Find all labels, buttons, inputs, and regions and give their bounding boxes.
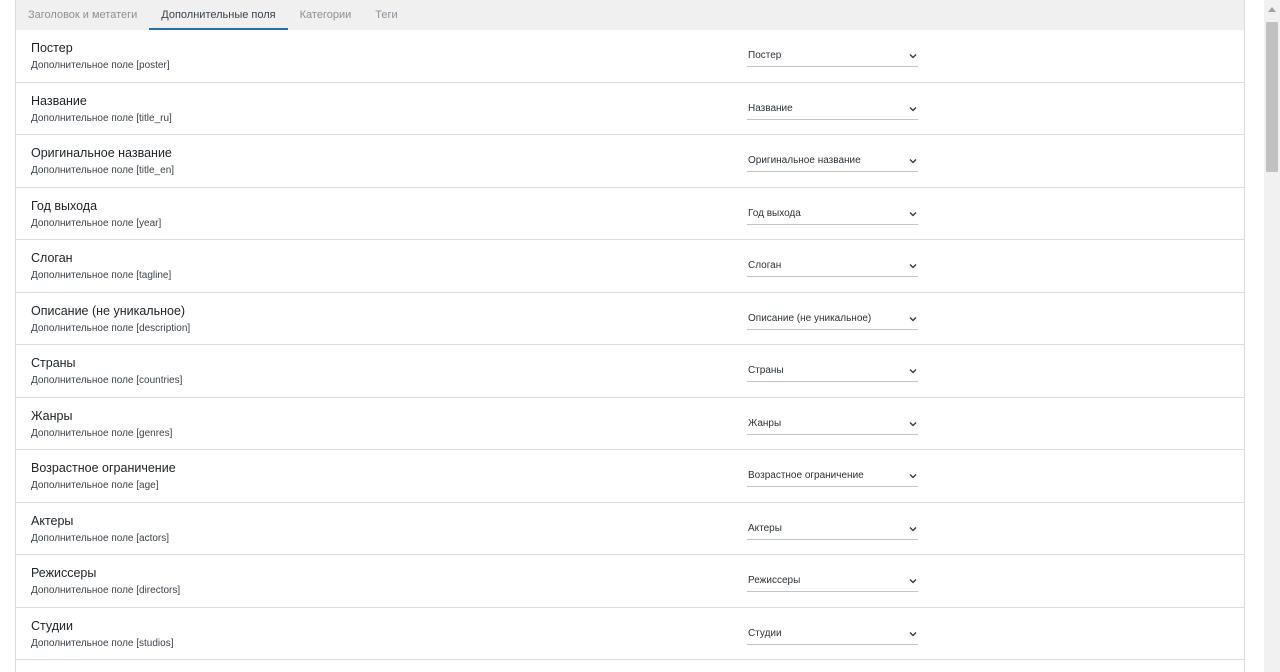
field-select-studios[interactable]: Студии [747,626,918,645]
select-value: Название [748,102,793,114]
field-row-genres: Жанры Дополнительное поле [genres] Жанры [16,398,1244,450]
select-value: Жанры [748,417,782,429]
select-value: Описание (не уникальное) [748,312,872,324]
field-title: Возрастное ограничение [31,461,176,475]
field-description: Дополнительное поле [countries] [31,375,183,386]
chevron-down-icon [909,421,917,426]
field-row-studios: Студии Дополнительное поле [studios] Сту… [16,608,1244,660]
field-row-directors: Режиссеры Дополнительное поле [directors… [16,555,1244,608]
field-select-actors[interactable]: Актеры [747,521,918,540]
field-title: Жанры [31,408,73,423]
field-title: Студии [31,618,73,633]
field-select-countries[interactable]: Страны [747,363,918,382]
field-select-age[interactable]: Возрастное ограничение [747,468,918,487]
field-row-tagline: Слоган Дополнительное поле [tagline] Сло… [16,240,1244,293]
field-row-actors: Актеры Дополнительное поле [actors] Акте… [16,503,1244,555]
field-title: Актеры [31,513,74,528]
field-row-title-ru: Название Дополнительное поле [title_ru] … [16,83,1244,135]
select-value: Оригинальное название [748,155,861,166]
field-title: Оригинальное название [31,146,172,160]
tab-tags[interactable]: Теги [363,0,409,30]
select-value: Слоган [748,260,782,271]
tab-custom-fields[interactable]: Дополнительные поля [149,0,288,30]
vertical-scrollbar[interactable] [1264,0,1280,672]
field-select-directors[interactable]: Режиссеры [747,573,918,592]
field-select-poster[interactable]: Постер [747,48,918,67]
field-select-genres[interactable]: Жанры [747,416,918,435]
field-description: Дополнительное поле [title_en] [31,165,175,176]
field-select-title-ru[interactable]: Название [747,101,918,120]
chevron-down-icon [909,631,917,636]
select-value: Актеры [748,522,782,534]
field-title: Описание (не уникальное) [31,303,186,318]
field-row-description: Описание (не уникальное) Дополнительное … [16,293,1244,345]
select-value: Постер [748,50,782,61]
chevron-down-icon [909,369,917,374]
field-description: Дополнительное поле [directors] [31,585,181,596]
chevron-down-icon [909,264,917,269]
chevron-down-icon [909,579,917,584]
chevron-down-icon [909,54,917,59]
field-description: Дополнительное поле [tagline] [31,270,172,281]
select-value: Страны [748,365,784,376]
settings-panel: Заголовок и метатеги Дополнительные поля… [15,0,1245,672]
chevron-down-icon [909,211,917,216]
field-row-title-en: Оригинальное название Дополнительное пол… [16,135,1244,188]
select-value: Режиссеры [748,575,801,586]
field-title: Название [31,93,87,108]
field-description: Дополнительное поле [studios] [31,637,174,649]
field-title: Год выхода [31,198,98,213]
field-row-countries: Страны Дополнительное поле [countries] С… [16,345,1244,398]
field-description: Дополнительное поле [description] [31,322,191,334]
field-select-description[interactable]: Описание (не уникальное) [747,311,918,330]
select-value: Год выхода [748,207,801,219]
field-row-poster: Постер Дополнительное поле [poster] Пост… [16,30,1244,83]
field-select-tagline[interactable]: Слоган [747,258,918,277]
field-description: Дополнительное поле [poster] [31,60,170,71]
field-select-year[interactable]: Год выхода [747,206,918,225]
field-row-year: Год выхода Дополнительное поле [year] Го… [16,188,1244,240]
field-description: Дополнительное поле [title_ru] [31,112,172,124]
chevron-down-icon [909,159,917,164]
tab-title-meta[interactable]: Заголовок и метатеги [16,0,149,30]
page: Заголовок и метатеги Дополнительные поля… [0,0,1280,672]
chevron-down-icon [909,316,917,321]
field-title: Страны [31,356,76,370]
field-description: Дополнительное поле [year] [31,217,162,229]
chevron-down-icon [909,106,917,111]
chevron-down-icon [909,474,917,479]
field-title: Постер [31,41,73,55]
field-description: Дополнительное поле [genres] [31,427,173,439]
field-select-title-en[interactable]: Оригинальное название [747,153,918,172]
scroll-up-icon[interactable] [1268,6,1276,12]
field-row-age: Возрастное ограничение Дополнительное по… [16,450,1244,503]
tab-categories[interactable]: Категории [288,0,364,30]
field-title: Слоган [31,251,73,265]
scrollbar-thumb[interactable] [1266,22,1278,172]
select-value: Возрастное ограничение [748,470,864,481]
field-description: Дополнительное поле [actors] [31,532,170,544]
field-description: Дополнительное поле [age] [31,480,159,491]
tab-bar: Заголовок и метатеги Дополнительные поля… [16,0,1244,30]
field-title: Режиссеры [31,566,97,580]
chevron-down-icon [909,526,917,531]
field-mapping-list: Постер Дополнительное поле [poster] Пост… [16,30,1244,660]
select-value: Студии [748,627,782,639]
